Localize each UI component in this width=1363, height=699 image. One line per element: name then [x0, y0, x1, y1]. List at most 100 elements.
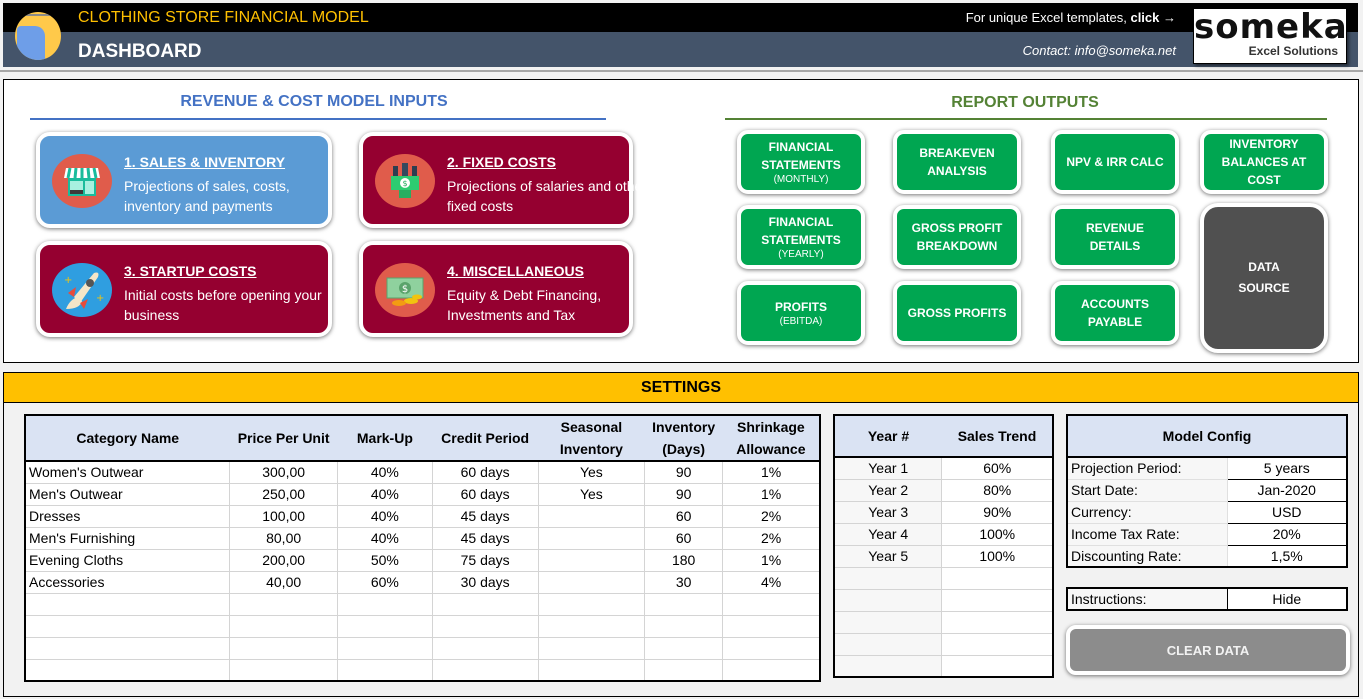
breakeven-analysis-button[interactable]: BREAKEVEN ANALYSIS [893, 130, 1021, 194]
category-value-cell[interactable] [644, 636, 724, 660]
category-value-cell[interactable] [644, 614, 724, 638]
category-value-cell[interactable] [722, 658, 821, 682]
sales-trend-cell[interactable] [941, 566, 1054, 590]
sales-trend-cell[interactable] [941, 610, 1054, 634]
category-name-cell[interactable]: Men's Outwear [24, 482, 230, 506]
sales-trend-cell[interactable]: 100% [941, 522, 1054, 546]
category-value-cell[interactable]: 30 days [431, 570, 539, 594]
category-value-cell[interactable]: 30 [644, 570, 724, 594]
category-value-cell[interactable] [644, 658, 724, 682]
category-value-cell[interactable]: 250,00 [228, 482, 339, 506]
category-value-cell[interactable]: 180 [644, 548, 724, 572]
data-source-button[interactable]: DATA SOURCE [1200, 203, 1328, 353]
category-value-cell[interactable] [537, 614, 646, 638]
category-value-cell[interactable]: 60 [644, 526, 724, 550]
financial-statements-yearly-button[interactable]: FINANCIAL STATEMENTS (YEARLY) [737, 205, 865, 269]
category-value-cell[interactable] [537, 658, 646, 682]
category-value-cell[interactable]: 1% [722, 482, 821, 506]
category-value-cell[interactable] [431, 658, 539, 682]
sales-trend-cell[interactable]: 60% [941, 456, 1054, 480]
contact-email[interactable]: Contact: info@someka.net [1023, 43, 1176, 58]
category-value-cell[interactable] [337, 592, 433, 616]
category-value-cell[interactable] [337, 614, 433, 638]
category-value-cell[interactable] [644, 592, 724, 616]
config-value[interactable]: 1,5% [1226, 544, 1348, 568]
financial-statements-monthly-button[interactable]: FINANCIAL STATEMENTS (MONTHLY) [737, 130, 865, 194]
promo-click-link[interactable]: click → [1130, 10, 1176, 25]
config-value[interactable]: 5 years [1226, 456, 1348, 480]
category-value-cell[interactable] [722, 614, 821, 638]
category-value-cell[interactable]: 2% [722, 504, 821, 528]
category-value-cell[interactable]: 60 [644, 504, 724, 528]
category-value-cell[interactable]: 75 days [431, 548, 539, 572]
category-name-cell[interactable]: Dresses [24, 504, 230, 528]
category-value-cell[interactable] [431, 592, 539, 616]
category-value-cell[interactable] [537, 636, 646, 660]
category-value-cell[interactable]: 60 days [431, 482, 539, 506]
category-value-cell[interactable]: 1% [722, 460, 821, 484]
category-value-cell[interactable] [228, 592, 339, 616]
sales-trend-cell[interactable] [941, 588, 1054, 612]
category-value-cell[interactable]: 90 [644, 460, 724, 484]
category-value-cell[interactable]: 300,00 [228, 460, 339, 484]
category-value-cell[interactable]: 2% [722, 526, 821, 550]
category-name-cell[interactable] [24, 658, 230, 682]
accounts-payable-button[interactable]: ACCOUNTS PAYABLE [1051, 281, 1179, 345]
sales-trend-cell[interactable] [941, 654, 1054, 678]
sales-trend-cell[interactable]: 90% [941, 500, 1054, 524]
category-value-cell[interactable]: Yes [537, 482, 646, 506]
category-value-cell[interactable]: 60% [337, 570, 433, 594]
category-name-cell[interactable]: Evening Cloths [24, 548, 230, 572]
category-value-cell[interactable]: 40,00 [228, 570, 339, 594]
category-value-cell[interactable]: 200,00 [228, 548, 339, 572]
category-value-cell[interactable]: 1% [722, 548, 821, 572]
profits-ebitda-button[interactable]: PROFITS (EBITDA) [737, 281, 865, 345]
category-value-cell[interactable] [228, 614, 339, 638]
category-value-cell[interactable] [337, 658, 433, 682]
category-value-cell[interactable] [337, 636, 433, 660]
npv-irr-calc-button[interactable]: NPV & IRR CALC [1051, 130, 1179, 194]
gross-profit-breakdown-button[interactable]: GROSS PROFIT BREAKDOWN [893, 205, 1021, 269]
category-value-cell[interactable]: 40% [337, 504, 433, 528]
category-name-cell[interactable]: Men's Furnishing [24, 526, 230, 550]
config-value[interactable]: USD [1226, 500, 1348, 524]
config-value[interactable]: Jan-2020 [1226, 478, 1348, 502]
sales-trend-cell[interactable]: 100% [941, 544, 1054, 568]
config-value[interactable]: 20% [1226, 522, 1348, 546]
clear-data-button[interactable]: CLEAR DATA [1066, 625, 1350, 675]
category-name-cell[interactable] [24, 592, 230, 616]
category-name-cell[interactable]: Women's Outwear [24, 460, 230, 484]
category-value-cell[interactable] [228, 636, 339, 660]
sales-trend-cell[interactable] [941, 632, 1054, 656]
sales-inventory-card[interactable]: 1. SALES & INVENTORY Projections of sale… [36, 132, 332, 228]
category-value-cell[interactable] [722, 592, 821, 616]
startup-costs-card[interactable]: + + 3. STARTUP COSTS Initial costs befor… [36, 241, 332, 337]
instructions-toggle[interactable]: Hide [1226, 587, 1348, 611]
category-name-cell[interactable] [24, 614, 230, 638]
category-value-cell[interactable]: 40% [337, 460, 433, 484]
category-value-cell[interactable] [537, 526, 646, 550]
category-value-cell[interactable] [431, 636, 539, 660]
category-value-cell[interactable] [537, 548, 646, 572]
category-value-cell[interactable]: 50% [337, 548, 433, 572]
category-value-cell[interactable]: 4% [722, 570, 821, 594]
revenue-details-button[interactable]: REVENUE DETAILS [1051, 205, 1179, 269]
category-value-cell[interactable] [537, 592, 646, 616]
category-name-cell[interactable] [24, 636, 230, 660]
category-value-cell[interactable] [228, 658, 339, 682]
gross-profits-button[interactable]: GROSS PROFITS [893, 281, 1021, 345]
category-value-cell[interactable]: Yes [537, 460, 646, 484]
category-value-cell[interactable]: 45 days [431, 526, 539, 550]
category-name-cell[interactable]: Accessories [24, 570, 230, 594]
category-value-cell[interactable] [431, 614, 539, 638]
category-value-cell[interactable] [537, 570, 646, 594]
category-value-cell[interactable]: 40% [337, 526, 433, 550]
category-value-cell[interactable] [537, 504, 646, 528]
category-value-cell[interactable]: 40% [337, 482, 433, 506]
inventory-balances-button[interactable]: INVENTORY BALANCES AT COST [1200, 130, 1328, 194]
category-value-cell[interactable]: 60 days [431, 460, 539, 484]
category-value-cell[interactable]: 90 [644, 482, 724, 506]
miscellaneous-card[interactable]: $ 4. MISCELLANEOUS Equity & Debt Financi… [359, 241, 633, 337]
someka-logo[interactable]: someka Excel Solutions [1193, 8, 1347, 64]
category-value-cell[interactable]: 80,00 [228, 526, 339, 550]
